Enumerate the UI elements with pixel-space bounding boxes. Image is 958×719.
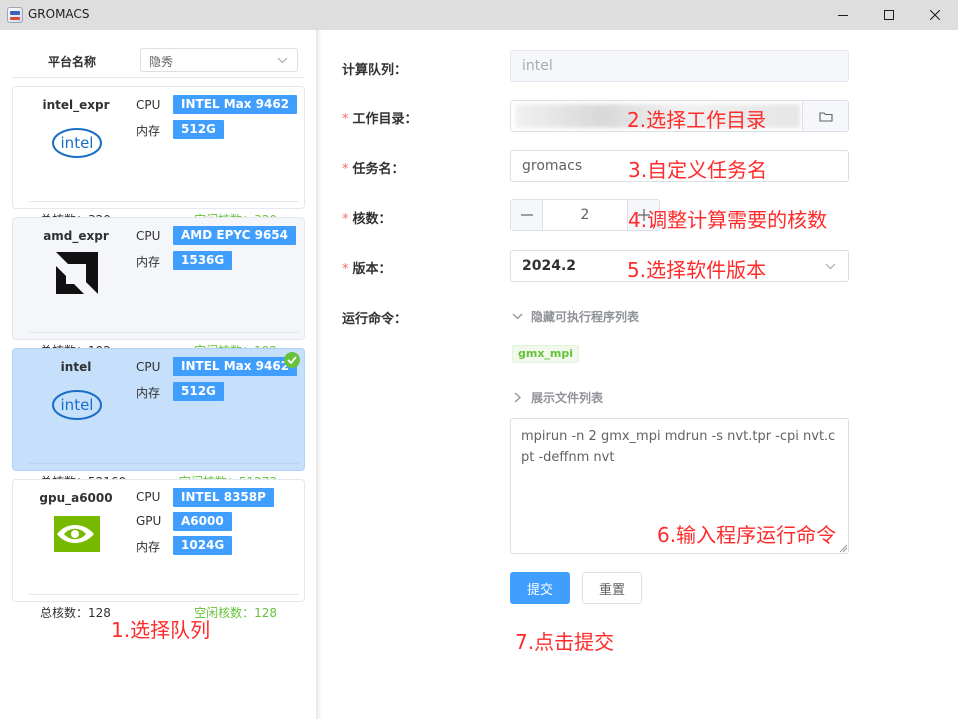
spec-label: CPU xyxy=(136,360,161,374)
exec-tag-gmx-mpi[interactable]: gmx_mpi xyxy=(512,345,580,363)
annotation-step-3: 3.自定义任务名 xyxy=(628,158,768,182)
browse-folder-button[interactable] xyxy=(802,101,848,131)
chevron-down-icon xyxy=(512,313,523,320)
annotation-step-4: 4.调整计算需要的核数 xyxy=(628,208,828,232)
queue-label: 计算队列： xyxy=(342,63,408,78)
annotation-step-2: 2.选择工作目录 xyxy=(627,108,767,132)
spec-tag: INTEL 8358P xyxy=(173,488,274,507)
minimize-icon xyxy=(838,15,848,16)
window-title: GROMACS xyxy=(28,7,90,21)
queue-card-intel-expr[interactable]: intel_expr CPU INTEL Max 9462 内存 512G in… xyxy=(12,86,305,227)
spec-label: 内存 xyxy=(136,386,161,400)
divider xyxy=(29,201,299,202)
total-cores: 总核数：128 xyxy=(40,606,111,620)
minimize-button[interactable] xyxy=(820,0,866,30)
version-select-value: 2024.2 xyxy=(522,258,577,274)
spec-tag: A6000 xyxy=(173,512,232,531)
nvidia-logo-icon xyxy=(54,516,100,552)
spec-label: CPU xyxy=(136,98,161,112)
maximize-icon xyxy=(884,10,894,20)
annotation-step-5: 5.选择软件版本 xyxy=(627,258,767,282)
queue-name: intel_expr xyxy=(42,98,110,112)
queue-name: intel xyxy=(60,360,92,374)
spec-tag: 512G xyxy=(173,382,224,401)
cores-value[interactable]: 2 xyxy=(543,207,627,223)
platform-select-value: 隐秀 xyxy=(149,55,174,69)
panel-separator xyxy=(316,30,322,719)
toggle-exec-list[interactable]: 隐藏可执行程序列表 xyxy=(512,308,639,325)
version-label: * 版本： xyxy=(342,262,392,277)
selected-check-icon xyxy=(284,352,300,368)
reset-button[interactable]: 重置 xyxy=(582,572,642,604)
queue-card-amd-expr[interactable]: amd_expr CPU AMD EPYC 9654 内存 1536G 总核数：… xyxy=(12,217,305,358)
jobname-label: * 任务名： xyxy=(342,162,405,177)
spec-label: 内存 xyxy=(136,124,161,138)
toggle-file-list[interactable]: 展示文件列表 xyxy=(512,389,603,406)
chevron-right-icon xyxy=(514,392,521,403)
annotation-step-7: 7.点击提交 xyxy=(515,630,615,654)
svg-text:intel: intel xyxy=(61,396,94,414)
amd-logo-icon xyxy=(56,252,98,294)
resize-grip-icon[interactable] xyxy=(839,544,847,552)
cores-label: * 核数： xyxy=(342,212,392,227)
queue-name: amd_expr xyxy=(43,229,109,243)
submit-button[interactable]: 提交 xyxy=(510,572,570,604)
spec-tag: 1024G xyxy=(173,536,233,555)
platform-label: 平台名称 xyxy=(48,55,97,69)
spec-label: GPU xyxy=(136,514,162,528)
queue-panel: 平台名称 隐秀 intel_expr CPU INTEL Max 9462 内存… xyxy=(0,30,316,719)
close-icon xyxy=(930,10,940,20)
spec-label: 内存 xyxy=(136,540,161,554)
spec-tag: INTEL Max 9462 xyxy=(173,95,298,114)
intel-logo-icon: intel xyxy=(52,390,102,420)
divider xyxy=(12,77,304,78)
spec-label: 内存 xyxy=(136,255,161,269)
queue-input: intel xyxy=(510,50,849,82)
queue-card-intel[interactable]: intel CPU INTEL Max 9462 内存 512G intel 总… xyxy=(12,348,305,489)
decrease-button[interactable] xyxy=(511,200,543,230)
queue-input-value: intel xyxy=(522,58,553,74)
divider xyxy=(29,332,299,333)
command-label: 运行命令： xyxy=(342,312,408,327)
queue-card-gpu-a6000[interactable]: gpu_a6000 CPU INTEL 8358P GPU A6000 内存 1… xyxy=(12,479,305,620)
intel-logo-icon: intel xyxy=(52,128,102,158)
queue-name: gpu_a6000 xyxy=(39,491,113,505)
annotation-step-1: 1.选择队列 xyxy=(111,618,211,642)
gromacs-app-icon xyxy=(7,7,23,23)
spec-label: CPU xyxy=(136,229,161,243)
spec-tag: 1536G xyxy=(173,251,233,270)
title-bar: GROMACS xyxy=(0,0,958,30)
divider xyxy=(29,594,299,595)
svg-text:intel: intel xyxy=(61,134,94,152)
minus-icon xyxy=(520,214,533,216)
divider xyxy=(29,463,299,464)
spec-tag: 512G xyxy=(173,120,224,139)
folder-icon xyxy=(818,111,833,122)
spec-label: CPU xyxy=(136,490,161,504)
maximize-button[interactable] xyxy=(866,0,912,30)
close-button[interactable] xyxy=(912,0,958,30)
jobname-input-value: gromacs xyxy=(522,158,583,174)
annotation-step-6: 6.输入程序运行命令 xyxy=(657,523,837,547)
chevron-down-icon xyxy=(277,57,288,64)
workdir-label: * 工作目录： xyxy=(342,112,418,127)
command-text: mpirun -n 2 gmx_mpi mdrun -s nvt.tpr -cp… xyxy=(521,429,836,465)
chevron-down-icon xyxy=(825,263,836,270)
platform-select[interactable]: 隐秀 xyxy=(140,48,298,72)
spec-tag: AMD EPYC 9654 xyxy=(173,226,297,245)
spec-tag: INTEL Max 9462 xyxy=(173,357,298,376)
